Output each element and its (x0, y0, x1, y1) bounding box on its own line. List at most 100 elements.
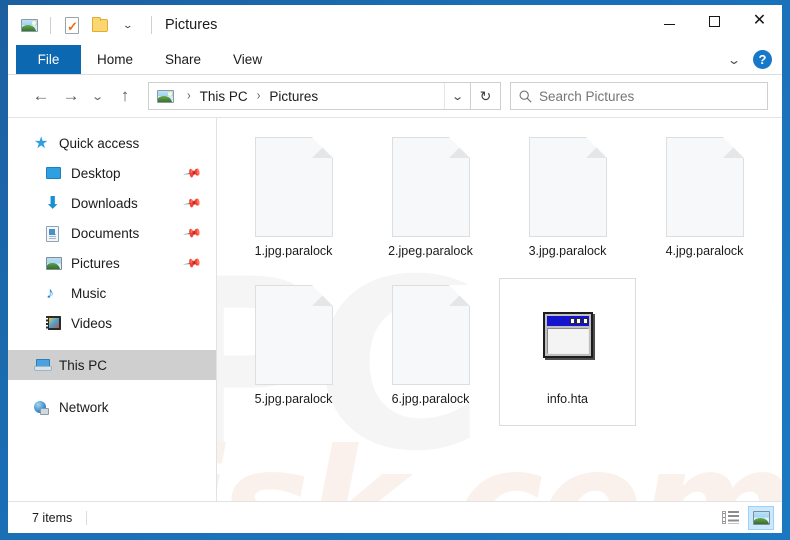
details-view-icon (721, 511, 739, 524)
star-icon: ★ (34, 134, 49, 152)
navigation-pane: ★ Quick access Desktop 📌 ⬇ Downloads 📌 D… (8, 118, 217, 501)
picture-icon[interactable] (18, 14, 40, 36)
large-icons-view-button[interactable] (748, 505, 774, 530)
sidebar-item-network[interactable]: Network (8, 392, 216, 422)
file-item[interactable]: 6.jpg.paralock (362, 278, 499, 426)
sidebar-item-downloads[interactable]: ⬇ Downloads 📌 (8, 188, 216, 218)
maximize-button[interactable] (692, 5, 737, 37)
address-bar: ← → ⌄ ↑ › This PC › Pictures ⌄ ↻ Search … (8, 75, 782, 117)
sidebar-item-music[interactable]: ♪ Music (8, 278, 216, 308)
minimize-icon (664, 24, 675, 25)
sidebar-item-quick-access[interactable]: ★ Quick access (8, 128, 216, 158)
pin-icon[interactable]: 📌 (182, 223, 202, 243)
pin-icon[interactable]: 📌 (182, 193, 202, 213)
window-controls: ✕ (647, 5, 782, 45)
help-icon[interactable]: ? (753, 50, 772, 69)
blank-file-icon (254, 135, 334, 238)
tab-view[interactable]: View (217, 45, 278, 74)
search-input[interactable]: Search Pictures (539, 89, 634, 104)
breadcrumb-item-pictures[interactable]: Pictures (266, 89, 321, 104)
sidebar-item-videos[interactable]: Videos (8, 308, 216, 338)
forward-button[interactable]: → (56, 81, 86, 111)
file-item[interactable]: 5.jpg.paralock (225, 278, 362, 426)
file-explorer-window: ✓ ⌄ Pictures ✕ File Home Share View ⌄ ? … (8, 5, 782, 533)
large-icons-view-icon (752, 510, 770, 525)
breadcrumb-separator-1: › (256, 89, 261, 103)
close-icon: ✕ (752, 12, 767, 29)
sidebar-item-label: Music (71, 285, 107, 301)
back-button[interactable]: ← (26, 81, 56, 111)
close-button[interactable]: ✕ (737, 5, 782, 37)
file-name: 4.jpg.paralock (665, 244, 744, 258)
sidebar-item-label: Quick access (59, 135, 140, 151)
sidebar-item-documents[interactable]: Documents 📌 (8, 218, 216, 248)
explorer-body: PC risk.com ★ Quick access Desktop 📌 (8, 117, 782, 501)
up-button[interactable]: ↑ (110, 81, 140, 111)
file-name: 6.jpg.paralock (391, 392, 470, 406)
refresh-button[interactable]: ↻ (471, 82, 501, 110)
pictures-icon (46, 255, 63, 272)
blank-file-icon (665, 135, 745, 238)
sidebar-item-label: Pictures (71, 255, 120, 271)
music-icon: ♪ (46, 284, 54, 302)
file-name: info.hta (546, 392, 588, 406)
breadcrumb-item-this-pc[interactable]: This PC (197, 89, 251, 104)
sidebar-item-label: Network (59, 399, 109, 415)
sidebar-item-label: Downloads (71, 195, 138, 211)
file-name: 2.jpeg.paralock (388, 244, 473, 258)
ribbon-right-controls: ⌄ ? (723, 45, 782, 74)
sidebar-item-label: Desktop (71, 165, 121, 181)
sidebar-item-desktop[interactable]: Desktop 📌 (8, 158, 216, 188)
file-item[interactable]: 3.jpg.paralock (499, 130, 636, 278)
pictures-icon (157, 89, 174, 103)
blank-file-icon (391, 135, 471, 238)
details-view-button[interactable] (717, 506, 743, 530)
chevron-down-icon[interactable]: ⌄ (117, 14, 139, 36)
hta-window-icon (528, 283, 608, 386)
document-check-icon[interactable]: ✓ (61, 14, 83, 36)
quick-access-toolbar: ✓ ⌄ (8, 5, 139, 45)
file-item[interactable]: 2.jpeg.paralock (362, 130, 499, 278)
file-name: 5.jpg.paralock (254, 392, 333, 406)
folder-icon[interactable] (89, 14, 111, 36)
sidebar-item-pictures[interactable]: Pictures 📌 (8, 248, 216, 278)
blank-file-icon (528, 135, 608, 238)
pin-icon[interactable]: 📌 (182, 253, 202, 273)
view-mode-buttons (717, 505, 774, 530)
file-list-pane[interactable]: 1.jpg.paralock 2.jpeg.paralock 3.jpg.par… (217, 118, 782, 501)
recent-locations-button[interactable]: ⌄ (86, 81, 110, 111)
blank-file-icon (254, 283, 334, 386)
window-title: Pictures (151, 16, 217, 34)
blank-file-icon (391, 283, 471, 386)
breadcrumb-separator-0: › (187, 89, 191, 103)
desktop-icon (46, 165, 63, 182)
search-icon (511, 90, 539, 103)
documents-icon (46, 225, 63, 242)
sidebar-item-this-pc[interactable]: This PC (8, 350, 216, 380)
ribbon-tab-strip: File Home Share View ⌄ ? (8, 45, 782, 75)
search-box[interactable]: Search Pictures (510, 82, 768, 110)
qat-caret-glyph: ⌄ (122, 19, 134, 30)
expand-ribbon-icon[interactable]: ⌄ (719, 53, 750, 67)
sidebar-item-label: Documents (71, 225, 140, 241)
network-icon (34, 399, 51, 416)
desktop-background: ✓ ⌄ Pictures ✕ File Home Share View ⌄ ? … (0, 0, 790, 540)
tab-share[interactable]: Share (149, 45, 217, 74)
file-grid: 1.jpg.paralock 2.jpeg.paralock 3.jpg.par… (225, 130, 782, 426)
sidebar-item-label: This PC (59, 357, 108, 373)
minimize-button[interactable] (647, 5, 692, 37)
pin-icon[interactable]: 📌 (182, 163, 202, 183)
breadcrumb[interactable]: › This PC › Pictures ⌄ (148, 82, 471, 110)
file-item[interactable]: 4.jpg.paralock (636, 130, 773, 278)
breadcrumb-dropdown-button[interactable]: ⌄ (444, 83, 470, 109)
item-count-label: 7 items (32, 510, 88, 525)
chevron-down-icon: ⌄ (451, 90, 464, 103)
tab-home[interactable]: Home (81, 45, 149, 74)
tab-file[interactable]: File (16, 45, 81, 74)
download-icon: ⬇ (46, 194, 60, 212)
toolbar-separator (50, 16, 51, 34)
file-item[interactable]: 1.jpg.paralock (225, 130, 362, 278)
status-bar: 7 items (8, 501, 782, 533)
file-item-info-hta[interactable]: info.hta (499, 278, 636, 426)
videos-icon (46, 315, 63, 332)
